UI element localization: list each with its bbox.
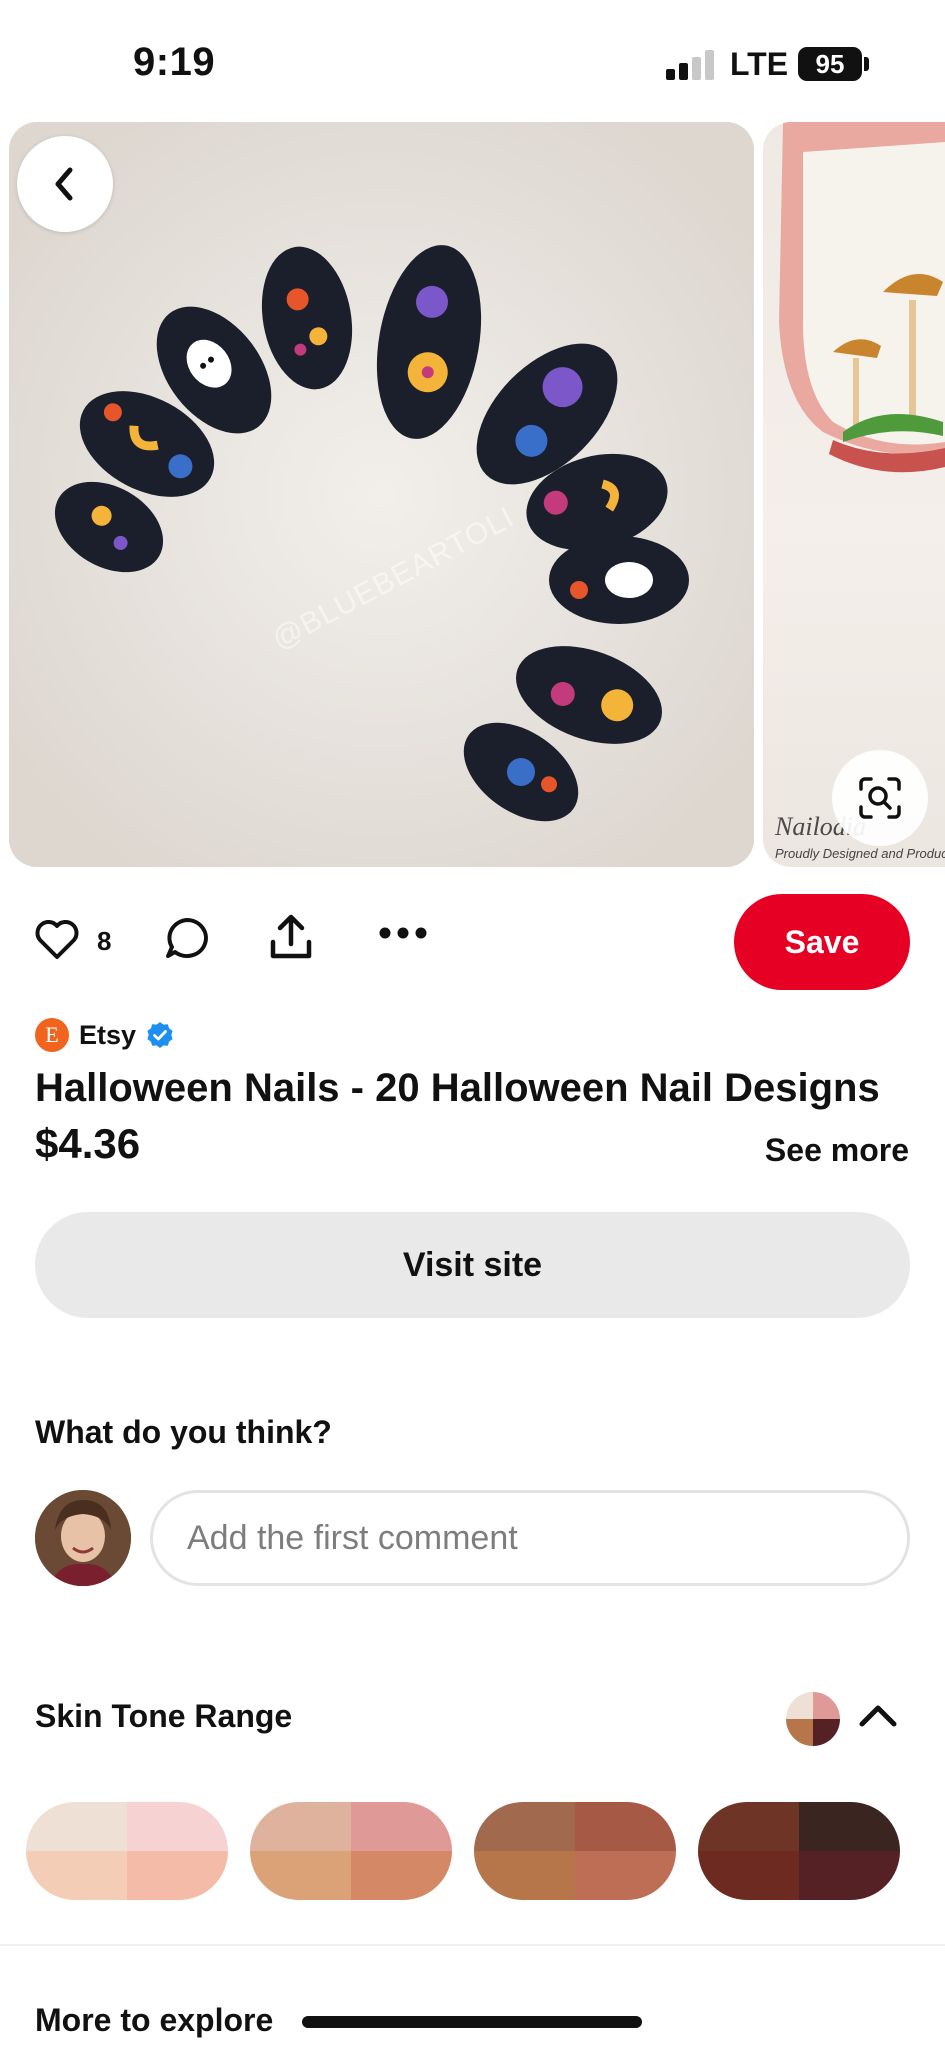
tone-cell xyxy=(474,1851,575,1900)
pin-source[interactable]: E Etsy xyxy=(35,1018,174,1052)
chevron-up-icon[interactable] xyxy=(857,1700,899,1730)
avatar[interactable] xyxy=(35,1490,131,1586)
pin-action-row: 8 Save xyxy=(0,890,945,995)
tone-cell xyxy=(26,1802,127,1851)
next-pin-tagline: Proudly Designed and Produced xyxy=(775,846,945,861)
visual-search-button[interactable] xyxy=(832,750,928,846)
tone-cell xyxy=(127,1802,228,1851)
comment-icon[interactable] xyxy=(164,916,210,962)
skin-tone-options xyxy=(26,1802,926,1900)
share-icon[interactable] xyxy=(268,912,314,964)
heart-icon[interactable] xyxy=(34,918,80,960)
status-time: 9:19 xyxy=(133,40,216,84)
skin-tone-medium-light[interactable] xyxy=(250,1802,452,1900)
tone-cell xyxy=(351,1851,452,1900)
tone-cell xyxy=(799,1802,900,1851)
user-avatar-image xyxy=(35,1490,131,1586)
tone-cell xyxy=(575,1802,676,1851)
network-label: LTE xyxy=(730,46,789,82)
skin-tone-medium-dark[interactable] xyxy=(474,1802,676,1900)
pin-image[interactable]: @BLUEBEARTOLI xyxy=(9,122,754,867)
like-count: 8 xyxy=(97,926,112,956)
more-options-icon[interactable] xyxy=(378,926,428,940)
pin-price: $4.36 xyxy=(35,1120,141,1167)
tone-cell xyxy=(474,1802,575,1851)
battery-nub xyxy=(864,57,869,71)
source-name[interactable]: Etsy xyxy=(79,1020,136,1051)
section-divider xyxy=(0,1944,945,1946)
lens-search-icon xyxy=(859,777,901,819)
tone-cell xyxy=(250,1802,351,1851)
signal-icon xyxy=(666,50,716,80)
etsy-logo-icon: E xyxy=(35,1018,69,1052)
comment-input[interactable] xyxy=(150,1490,910,1586)
battery-icon: 95 xyxy=(798,47,862,81)
comments-heading: What do you think? xyxy=(35,1414,332,1450)
more-to-explore-heading: More to explore xyxy=(35,2002,274,2038)
tone-cell xyxy=(250,1851,351,1900)
tone-cell xyxy=(575,1851,676,1900)
verified-badge-icon xyxy=(147,1022,173,1048)
nails-illustration xyxy=(9,122,754,867)
chevron-left-icon xyxy=(55,167,73,201)
next-pin-image[interactable]: Nailodia Proudly Designed and Produced xyxy=(763,122,945,867)
skin-tone-swatch-icon[interactable] xyxy=(786,1692,840,1746)
skin-tone-heading: Skin Tone Range xyxy=(35,1698,293,1734)
status-bar: 9:19 LTE 95 xyxy=(0,0,945,120)
visit-site-button[interactable]: Visit site xyxy=(35,1212,910,1318)
tone-cell xyxy=(127,1851,228,1900)
skin-tone-dark[interactable] xyxy=(698,1802,900,1900)
mushroom-nail-illustration xyxy=(779,122,945,473)
tone-cell xyxy=(799,1851,900,1900)
tone-cell xyxy=(698,1802,799,1851)
home-indicator[interactable] xyxy=(302,2016,642,2028)
skin-tone-light[interactable] xyxy=(26,1802,228,1900)
see-more-link[interactable]: See more xyxy=(765,1132,909,1169)
tone-cell xyxy=(26,1851,127,1900)
tone-cell xyxy=(351,1802,452,1851)
tone-cell xyxy=(698,1851,799,1900)
save-button[interactable]: Save xyxy=(734,894,910,990)
back-button[interactable] xyxy=(17,136,113,232)
pin-title: Halloween Nails - 20 Halloween Nail Desi… xyxy=(35,1066,880,1110)
